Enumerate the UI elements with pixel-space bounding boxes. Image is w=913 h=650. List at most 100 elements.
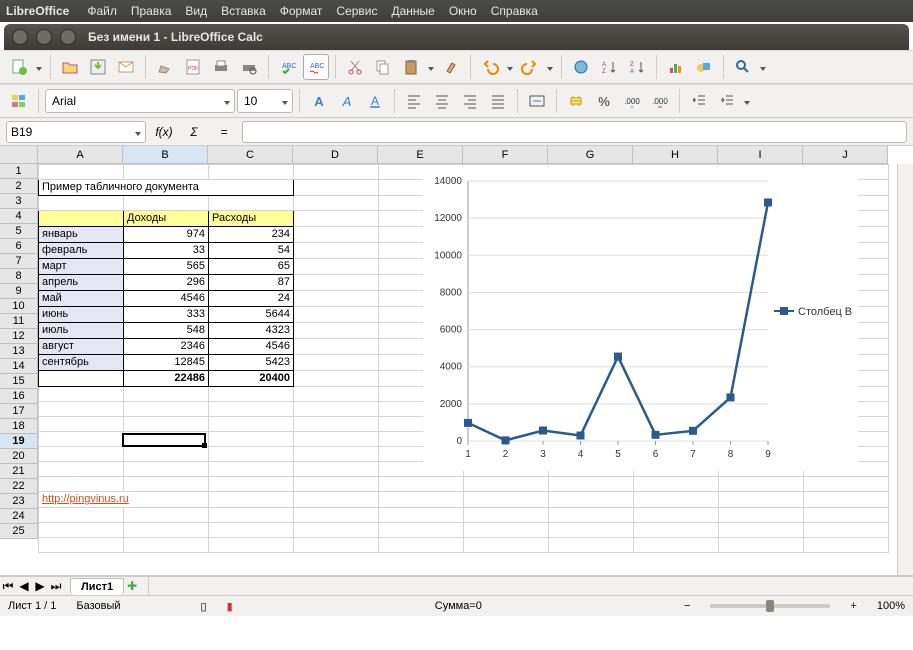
- svg-text:ABC: ABC: [282, 63, 296, 70]
- cell-reference-value: B19: [11, 125, 32, 139]
- align-right-button[interactable]: [457, 88, 483, 114]
- menu-insert[interactable]: Вставка: [221, 4, 266, 18]
- vertical-scrollbar[interactable]: [897, 164, 913, 575]
- show-draw-functions-button[interactable]: [691, 54, 717, 80]
- formula-input[interactable]: [242, 121, 907, 143]
- print-preview-button[interactable]: [236, 54, 262, 80]
- menu-tools[interactable]: Сервис: [336, 4, 377, 18]
- svg-text:A: A: [342, 94, 352, 109]
- minimize-window-button[interactable]: [36, 29, 52, 45]
- find-button[interactable]: [730, 54, 756, 80]
- embedded-chart[interactable]: 0200040006000800010000120001400012345678…: [423, 166, 858, 471]
- cell-reference-box[interactable]: B19: [6, 121, 146, 143]
- undo-dropdown[interactable]: [505, 60, 515, 74]
- copy-button[interactable]: [370, 54, 396, 80]
- svg-text:2: 2: [503, 449, 509, 460]
- svg-text:12000: 12000: [434, 213, 462, 224]
- paste-dropdown[interactable]: [426, 60, 436, 74]
- selection-mode-indicator[interactable]: ▯: [201, 600, 207, 613]
- menu-edit[interactable]: Правка: [131, 4, 172, 18]
- zoom-in-button[interactable]: +: [850, 600, 856, 612]
- sort-ascending-button[interactable]: AZ: [596, 54, 622, 80]
- zoom-out-button[interactable]: −: [684, 600, 690, 612]
- first-sheet-button[interactable]: ⏮: [0, 578, 16, 594]
- underline-button[interactable]: A: [362, 88, 388, 114]
- remove-decimal-button[interactable]: .000: [647, 88, 673, 114]
- save-button[interactable]: [85, 54, 111, 80]
- open-button[interactable]: [57, 54, 83, 80]
- styles-button[interactable]: [6, 88, 32, 114]
- new-document-button[interactable]: [6, 54, 32, 80]
- svg-text:8000: 8000: [440, 287, 463, 298]
- edit-mode-button[interactable]: [152, 54, 178, 80]
- percent-button[interactable]: %: [591, 88, 617, 114]
- align-left-button[interactable]: [401, 88, 427, 114]
- formatting-overflow[interactable]: [742, 94, 752, 108]
- maximize-window-button[interactable]: [60, 29, 76, 45]
- close-window-button[interactable]: [12, 29, 28, 45]
- menu-file[interactable]: Файл: [87, 4, 117, 18]
- add-decimal-button[interactable]: .000: [619, 88, 645, 114]
- menu-window[interactable]: Окно: [449, 4, 477, 18]
- email-button[interactable]: [113, 54, 139, 80]
- paste-button[interactable]: [398, 54, 424, 80]
- currency-button[interactable]: [563, 88, 589, 114]
- last-sheet-button[interactable]: ⏭: [48, 578, 64, 594]
- sum-button[interactable]: Σ: [182, 121, 206, 143]
- window-titlebar: Без имени 1 - LibreOffice Calc: [4, 24, 909, 50]
- prev-sheet-button[interactable]: ◀: [16, 578, 32, 594]
- font-name-combo[interactable]: Arial: [45, 89, 235, 113]
- svg-text:5: 5: [615, 449, 621, 460]
- cut-button[interactable]: [342, 54, 368, 80]
- formatting-toolbar: Arial 10 A A A % .000 .000: [0, 84, 913, 118]
- next-sheet-button[interactable]: ▶: [32, 578, 48, 594]
- align-justify-button[interactable]: [485, 88, 511, 114]
- page-style[interactable]: Базовый: [76, 600, 120, 612]
- horizontal-scrollbar[interactable]: [148, 577, 913, 595]
- menu-data[interactable]: Данные: [391, 4, 434, 18]
- increase-indent-button[interactable]: [714, 88, 740, 114]
- export-pdf-button[interactable]: PDF: [180, 54, 206, 80]
- font-size-combo[interactable]: 10: [237, 89, 293, 113]
- select-all-corner[interactable]: [0, 146, 38, 164]
- zoom-slider[interactable]: [710, 604, 830, 608]
- svg-text:6000: 6000: [440, 325, 463, 336]
- align-center-button[interactable]: [429, 88, 455, 114]
- sort-descending-button[interactable]: ZA: [624, 54, 650, 80]
- svg-text:PDF: PDF: [188, 66, 198, 72]
- font-size-value: 10: [244, 94, 257, 108]
- sum-display[interactable]: Сумма=0: [435, 600, 482, 612]
- menu-help[interactable]: Справка: [491, 4, 538, 18]
- bold-button[interactable]: A: [306, 88, 332, 114]
- undo-button[interactable]: [477, 54, 503, 80]
- row-headers[interactable]: 1234567891011121314151617181920212223242…: [0, 164, 38, 539]
- sheet-tab[interactable]: Лист1: [70, 578, 124, 595]
- add-sheet-button[interactable]: ✚: [124, 578, 140, 594]
- sheet-tab-bar: ⏮ ◀ ▶ ⏭ Лист1 ✚: [0, 576, 913, 596]
- merge-cells-button[interactable]: [524, 88, 550, 114]
- print-button[interactable]: [208, 54, 234, 80]
- toolbar-overflow[interactable]: [758, 60, 768, 74]
- new-document-dropdown[interactable]: [34, 60, 44, 74]
- svg-text:A: A: [630, 69, 634, 75]
- decrease-indent-button[interactable]: [686, 88, 712, 114]
- redo-button[interactable]: [517, 54, 543, 80]
- formula-bar: B19 f(x) Σ =: [0, 118, 913, 146]
- redo-dropdown[interactable]: [545, 60, 555, 74]
- hyperlink-button[interactable]: [568, 54, 594, 80]
- spreadsheet-area[interactable]: ABCDEFGHIJ 12345678910111213141516171819…: [0, 146, 913, 576]
- column-headers[interactable]: ABCDEFGHIJ: [38, 146, 897, 164]
- italic-button[interactable]: A: [334, 88, 360, 114]
- spellcheck-button[interactable]: ABC: [275, 54, 301, 80]
- format-paintbrush-button[interactable]: [438, 54, 464, 80]
- zoom-value[interactable]: 100%: [877, 600, 905, 612]
- equals-button[interactable]: =: [212, 121, 236, 143]
- auto-spellcheck-button[interactable]: ABC: [303, 54, 329, 80]
- sheet-position: Лист 1 / 1: [8, 600, 56, 612]
- menu-format[interactable]: Формат: [280, 4, 323, 18]
- menu-view[interactable]: Вид: [185, 4, 207, 18]
- svg-text:0: 0: [456, 436, 462, 447]
- function-wizard-button[interactable]: f(x): [152, 121, 176, 143]
- svg-text:ABC: ABC: [310, 63, 324, 70]
- chart-button[interactable]: [663, 54, 689, 80]
